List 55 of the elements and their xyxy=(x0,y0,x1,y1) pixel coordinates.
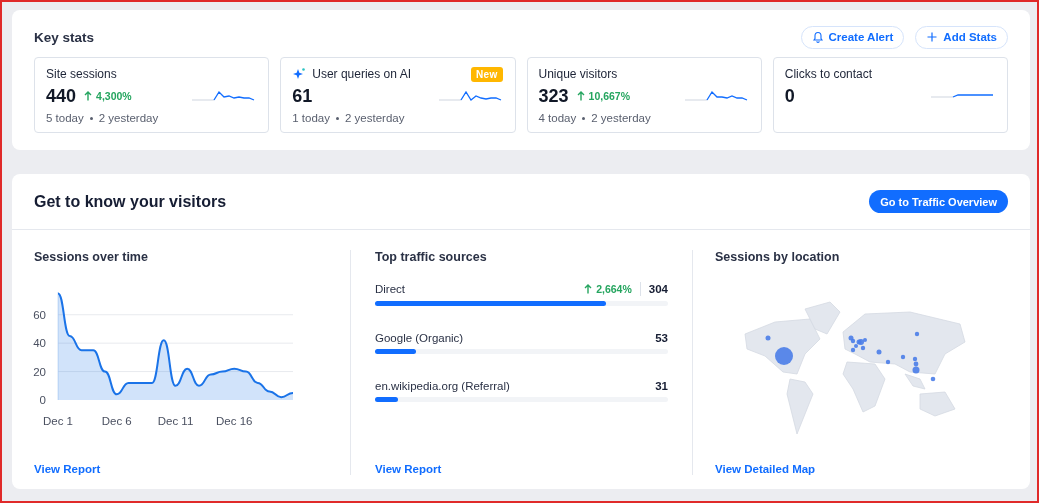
source-count: 53 xyxy=(655,332,668,344)
source-name: en.wikipedia.org (Referral) xyxy=(375,380,510,392)
plus-icon xyxy=(926,31,939,43)
axis-tick-label: Dec 1 xyxy=(43,415,73,427)
today-count: 5 today xyxy=(46,112,84,124)
source-count: 304 xyxy=(648,283,668,295)
today-count: 1 today xyxy=(292,112,330,124)
axis-tick-label: Dec 16 xyxy=(216,415,253,427)
separator-dot xyxy=(89,116,93,120)
up-arrow-icon xyxy=(584,284,593,294)
axis-tick-label: 60 xyxy=(33,308,46,321)
sparkline xyxy=(192,91,257,101)
stat-label: Clicks to contact xyxy=(784,67,873,81)
axis-tick-label: 20 xyxy=(33,365,46,378)
yesterday-count: 2 yesterday xyxy=(98,112,159,124)
axis-tick-label: 0 xyxy=(39,394,46,406)
sparkline xyxy=(931,94,995,98)
axis-tick-label: Dec 11 xyxy=(157,415,194,427)
yesterday-count: 2 yesterday xyxy=(591,112,651,124)
separator-dot xyxy=(582,116,586,120)
up-arrow-icon xyxy=(576,91,585,101)
sparkline xyxy=(438,91,503,101)
axis-tick-label: 40 xyxy=(33,337,46,350)
view-link[interactable]: View Report xyxy=(34,463,328,475)
new-badge: New xyxy=(471,66,503,82)
separator-dot xyxy=(336,116,339,120)
bell-icon xyxy=(811,31,824,43)
today-count: 4 today xyxy=(538,112,577,124)
stat-value: 61 xyxy=(292,85,313,107)
change-percent: 10,667% xyxy=(588,90,630,102)
panel-title: Sessions over time xyxy=(34,250,149,264)
stat-label: Site sessions xyxy=(46,67,117,81)
sparkline xyxy=(684,91,749,101)
up-arrow-icon xyxy=(84,91,93,101)
change-percent: 2,664% xyxy=(596,283,632,295)
stat-label: User queries on AI xyxy=(312,67,411,81)
section-title: Key stats xyxy=(34,29,95,45)
view-link[interactable]: View Detailed Map xyxy=(715,463,1008,475)
source-count: 31 xyxy=(655,380,668,392)
yesterday-count: 2 yesterday xyxy=(345,112,405,124)
section-title: Get to know your visitors xyxy=(34,192,227,211)
create-alert-button[interactable]: Create Alert xyxy=(800,25,905,49)
stat-value: 323 xyxy=(538,85,569,107)
axis-tick-label: Dec 6 xyxy=(101,415,132,427)
view-link[interactable]: View Report xyxy=(375,463,668,475)
change-percent: 4,300% xyxy=(96,90,132,102)
source-name: Direct xyxy=(375,283,406,295)
stat-value: 0 xyxy=(784,85,795,107)
panel-title: Top traffic sources xyxy=(375,250,488,264)
stat-value: 440 xyxy=(46,85,77,107)
traffic-overview-button[interactable]: Go to Traffic Overview xyxy=(869,190,1008,213)
add-stats-button[interactable]: Add Stats xyxy=(915,25,1008,49)
stat-label: Unique visitors xyxy=(538,67,618,81)
source-name: Google (Organic) xyxy=(375,332,464,344)
panel-title: Sessions by location xyxy=(715,250,841,264)
